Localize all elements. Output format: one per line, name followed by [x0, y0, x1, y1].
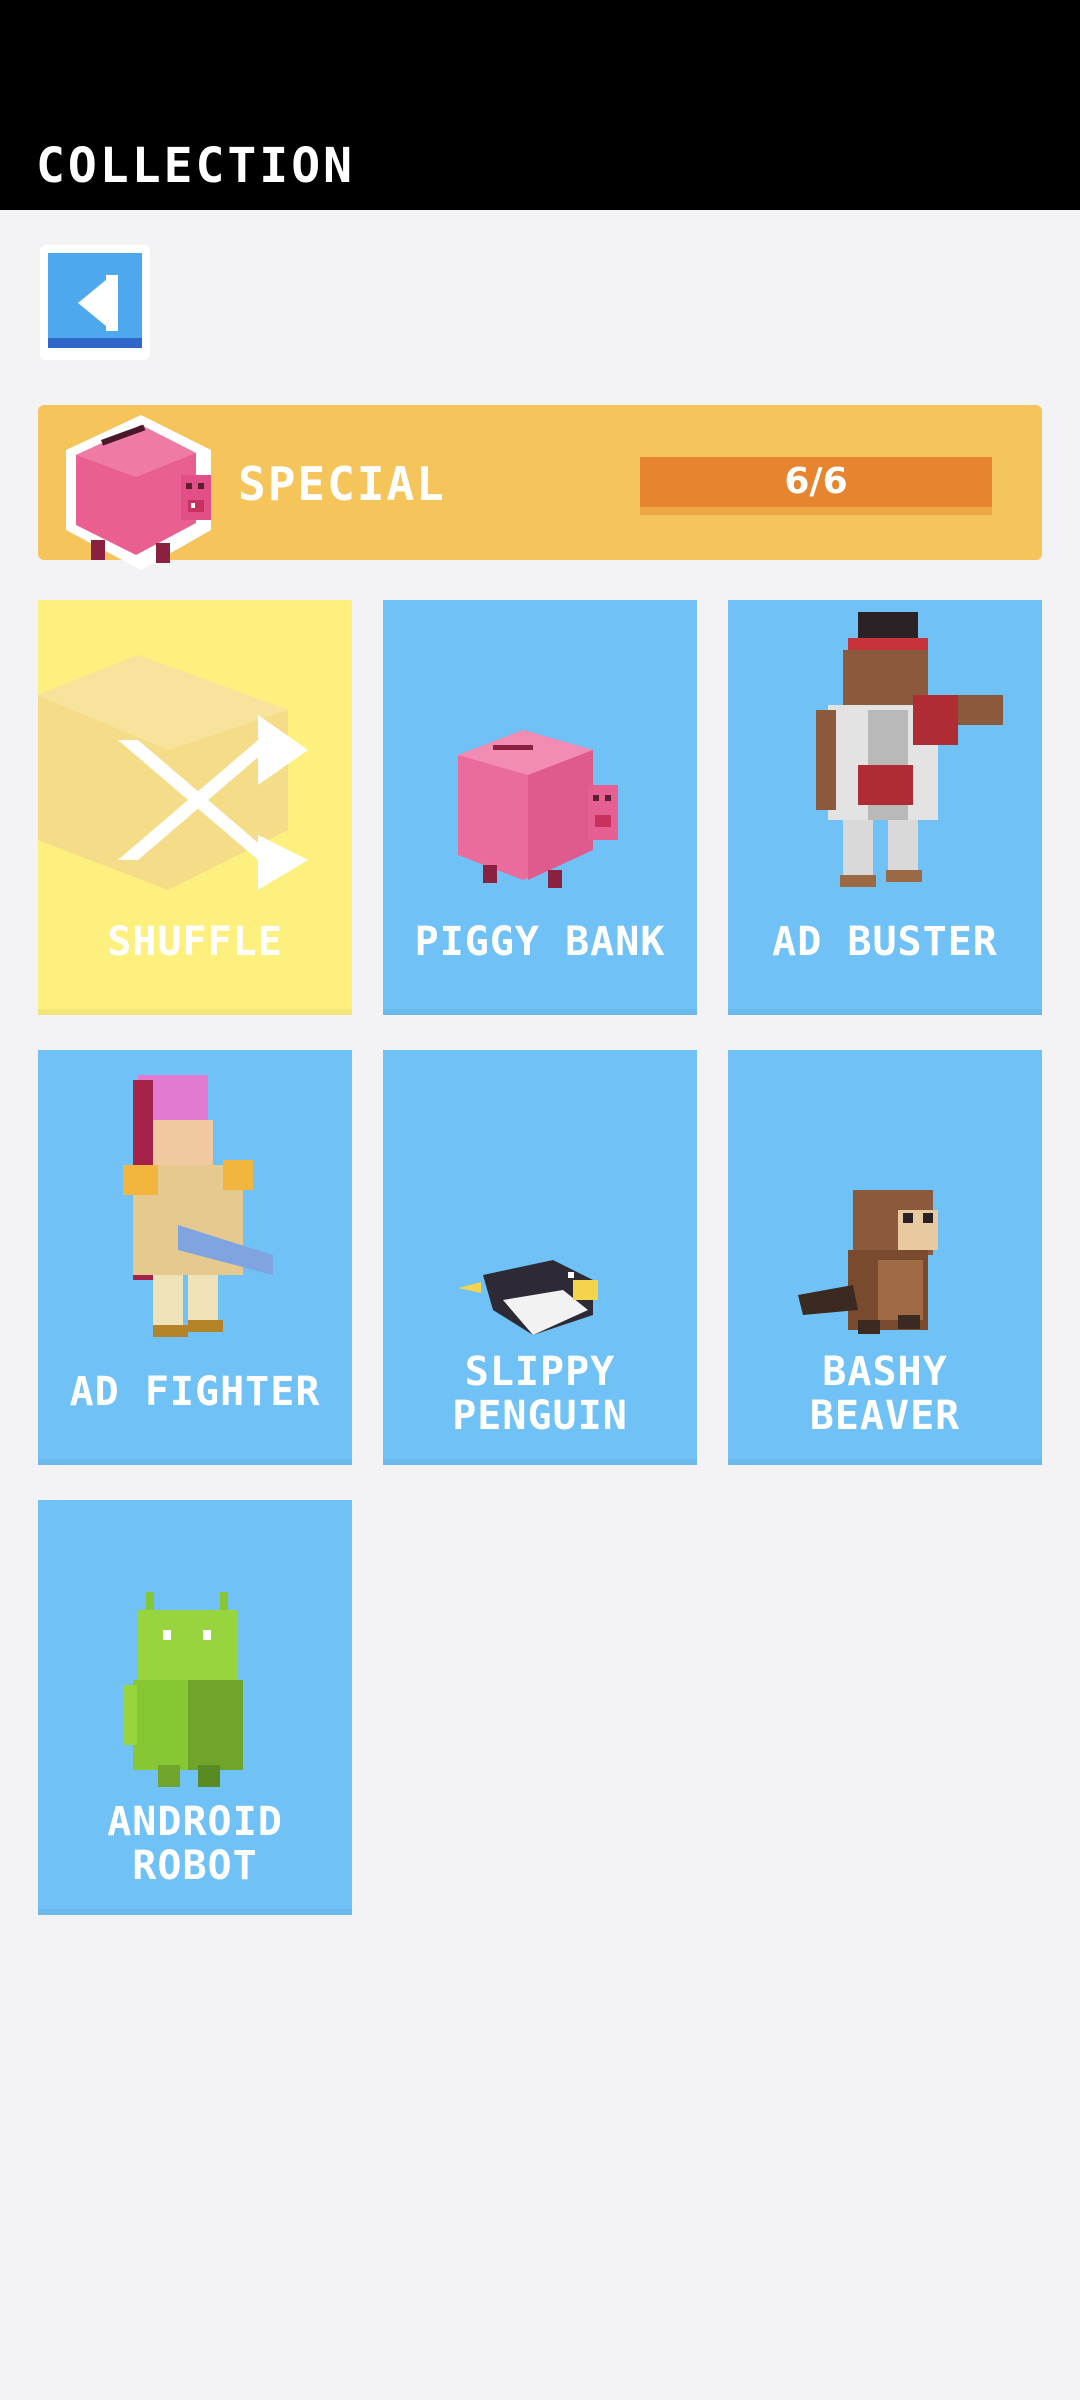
- fighter-icon: [123, 1075, 273, 1337]
- character-card-bashy-beaver[interactable]: BASHY BEAVER: [728, 1050, 1042, 1465]
- android-icon: [123, 1592, 243, 1787]
- beaver-icon: [798, 1190, 938, 1334]
- card-label: SLIPPY PENGUIN: [452, 1349, 628, 1439]
- card-label: SHUFFLE: [107, 919, 283, 965]
- character-card-piggy-bank[interactable]: PIGGY BANK: [383, 600, 697, 1015]
- card-label: BASHY BEAVER: [809, 1349, 961, 1439]
- progress-text: 6/6: [784, 461, 848, 502]
- back-arrow-icon: [48, 253, 142, 348]
- card-label: AD FIGHTER: [69, 1369, 321, 1415]
- back-button[interactable]: [40, 245, 150, 360]
- header-bar: COLLECTION: [0, 0, 1080, 210]
- character-card-shuffle[interactable]: SHUFFLE: [38, 600, 352, 1015]
- penguin-icon: [458, 1260, 598, 1335]
- card-label: PIGGY BANK: [414, 919, 666, 965]
- character-card-slippy-penguin[interactable]: SLIPPY PENGUIN: [383, 1050, 697, 1465]
- piggy-bank-icon: [66, 415, 211, 570]
- boxer-icon: [816, 612, 1003, 887]
- character-card-ad-buster[interactable]: AD BUSTER: [728, 600, 1042, 1015]
- character-card-ad-fighter[interactable]: AD FIGHTER: [38, 1050, 352, 1465]
- collection-progress-bar: 6/6: [640, 457, 992, 515]
- card-label: ANDROID ROBOT: [107, 1799, 283, 1889]
- piggy-bank-icon: [458, 730, 618, 888]
- special-banner: SPECIAL 6/6: [38, 405, 1042, 570]
- shuffle-icon: [38, 655, 308, 890]
- page-title: COLLECTION: [36, 138, 355, 194]
- character-card-android-robot[interactable]: ANDROID ROBOT: [38, 1500, 352, 1915]
- card-label: AD BUSTER: [772, 919, 998, 965]
- category-label: SPECIAL: [238, 457, 446, 511]
